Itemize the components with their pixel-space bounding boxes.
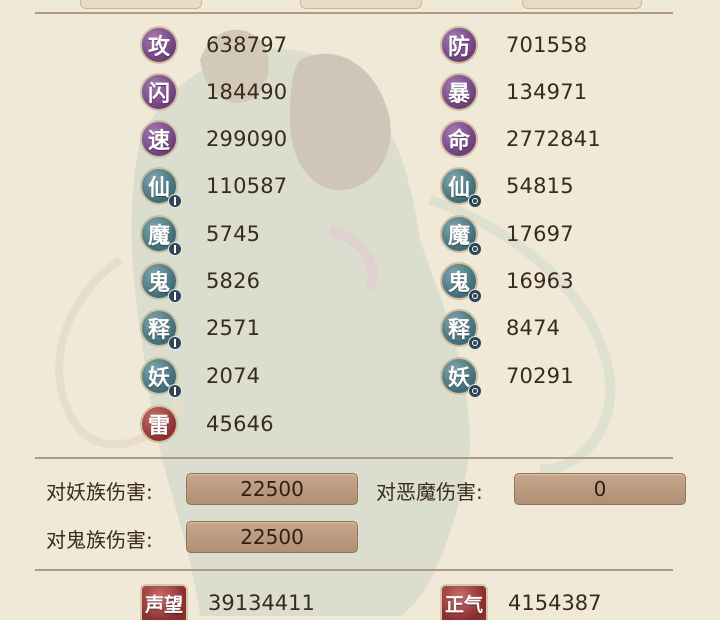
buddha-attack-value: 2571 [206, 316, 261, 340]
stat-attack: 攻 638797 [140, 25, 287, 65]
demon-defense-icon: 魔 [440, 215, 482, 256]
defense-marker-icon [468, 242, 482, 256]
buddha-attack-icon: 释 [140, 309, 182, 350]
dodge-icon: 闪 [140, 73, 178, 111]
righteous-icon: 正气 [440, 584, 488, 620]
stat-demon-defense: 魔 17697 [440, 214, 574, 256]
stat-critical: 暴 134971 [440, 72, 587, 112]
ghost-defense-value: 16963 [506, 269, 574, 293]
attack-marker-icon [168, 384, 182, 398]
damage-vs-ghost-value: 22500 [186, 521, 358, 553]
attack-icon: 攻 [140, 26, 178, 64]
stat-demon-attack: 魔 5745 [140, 214, 261, 256]
immortal-defense-icon: 仙 [440, 167, 482, 208]
top-tab-middle[interactable] [300, 0, 422, 9]
damage-vs-demon-label: 对妖族伤害: [46, 480, 153, 504]
defense-icon: 防 [440, 26, 478, 64]
ghost-attack-icon: 鬼 [140, 262, 182, 303]
buddha-defense-value: 8474 [506, 316, 561, 340]
damage-vs-evil-value: 0 [514, 473, 686, 505]
health-icon: 命 [440, 120, 478, 158]
stat-immortal-defense: 仙 54815 [440, 166, 574, 208]
attack-marker-icon [168, 289, 182, 303]
stat-ghost-attack: 鬼 5826 [140, 261, 261, 303]
stat-speed: 速 299090 [140, 119, 287, 159]
stat-immortal-attack: 仙 110587 [140, 166, 288, 208]
demon-attack-icon: 魔 [140, 215, 182, 256]
critical-icon: 暴 [440, 73, 478, 111]
fiend-defense-icon: 妖 [440, 357, 482, 398]
reputation-icon: 声望 [140, 584, 188, 620]
stat-buddha-attack: 释 2571 [140, 308, 261, 350]
stat-thunder: 雷 45646 [140, 404, 274, 444]
top-divider [35, 12, 673, 14]
buddha-defense-icon: 释 [440, 309, 482, 350]
attack-marker-icon [168, 336, 182, 350]
defense-marker-icon [468, 289, 482, 303]
attack-marker-icon [168, 194, 182, 208]
speed-icon: 速 [140, 120, 178, 158]
immortal-attack-icon: 仙 [140, 167, 182, 208]
reputation-value: 39134411 [208, 591, 315, 615]
stat-fiend-attack: 妖 2074 [140, 356, 261, 398]
thunder-value: 45646 [206, 412, 274, 436]
demon-defense-value: 17697 [506, 222, 574, 246]
health-value: 2772841 [506, 127, 601, 151]
damage-vs-ghost-label: 对鬼族伤害: [46, 528, 153, 552]
stat-defense: 防 701558 [440, 25, 587, 65]
stat-buddha-defense: 释 8474 [440, 308, 561, 350]
demon-attack-value: 5745 [206, 222, 261, 246]
righteous-value: 4154387 [508, 591, 602, 615]
ghost-attack-value: 5826 [206, 269, 261, 293]
middle-divider [35, 457, 673, 459]
stat-ghost-defense: 鬼 16963 [440, 261, 574, 303]
stat-dodge: 闪 184490 [140, 72, 287, 112]
top-tab-right[interactable] [522, 0, 642, 9]
attack-marker-icon [168, 242, 182, 256]
ghost-defense-icon: 鬼 [440, 262, 482, 303]
immortal-attack-value: 110587 [206, 174, 288, 198]
attack-value: 638797 [206, 33, 288, 57]
fiend-defense-value: 70291 [506, 364, 574, 388]
damage-vs-evil-label: 对恶魔伤害: [376, 480, 483, 504]
defense-marker-icon [468, 336, 482, 350]
fiend-attack-icon: 妖 [140, 357, 182, 398]
dodge-value: 184490 [206, 80, 288, 104]
critical-value: 134971 [506, 80, 588, 104]
defense-value: 701558 [506, 33, 588, 57]
stat-fiend-defense: 妖 70291 [440, 356, 574, 398]
defense-marker-icon [468, 384, 482, 398]
damage-vs-demon-value: 22500 [186, 473, 358, 505]
bottom-divider [35, 569, 673, 571]
thunder-icon: 雷 [140, 405, 178, 443]
defense-marker-icon [468, 194, 482, 208]
top-tab-left[interactable] [80, 0, 202, 9]
speed-value: 299090 [206, 127, 288, 151]
stat-health: 命 2772841 [440, 119, 601, 159]
fiend-attack-value: 2074 [206, 364, 261, 388]
immortal-defense-value: 54815 [506, 174, 574, 198]
